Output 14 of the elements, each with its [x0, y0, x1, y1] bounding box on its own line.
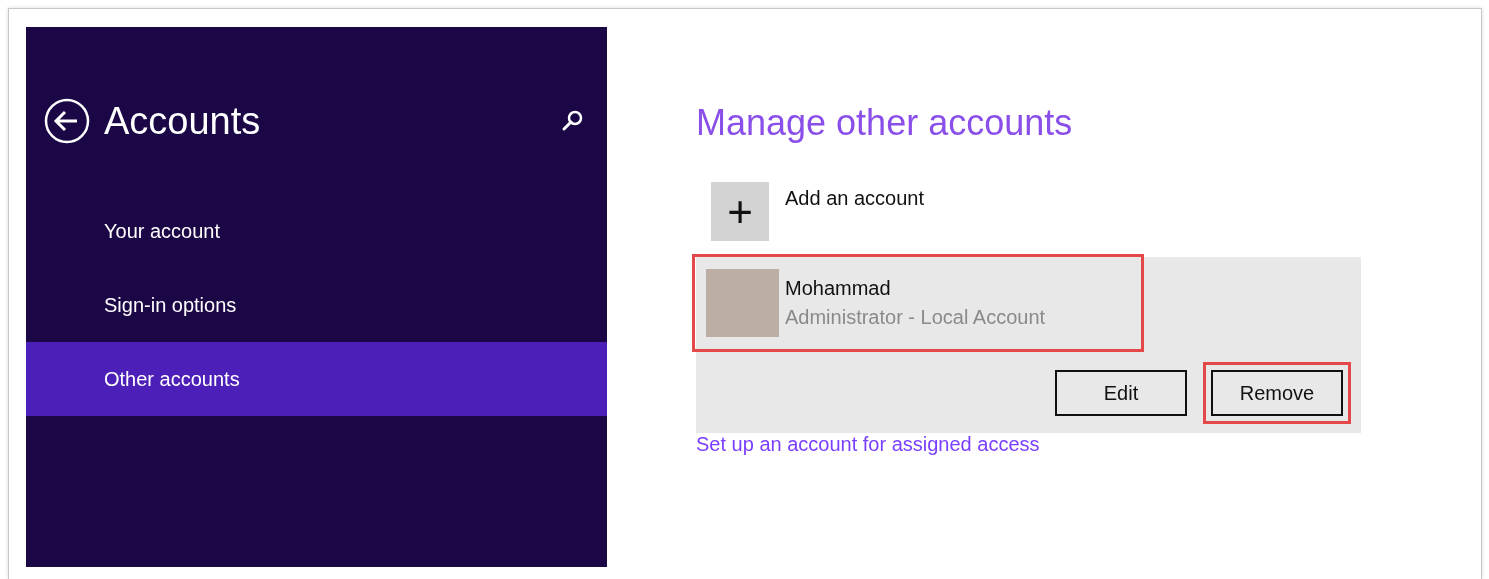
back-icon[interactable]: [44, 98, 90, 144]
nav-item[interactable]: Your account: [26, 194, 607, 268]
assigned-access-link[interactable]: Set up an account for assigned access: [696, 433, 1040, 455]
action-button[interactable]: Edit: [1055, 370, 1187, 416]
nav-item[interactable]: Sign-in options: [26, 268, 607, 342]
action-button[interactable]: Remove: [1211, 370, 1343, 416]
account-type: Administrator - Local Account: [785, 306, 1046, 329]
account-name: Mohammad: [785, 277, 892, 300]
add-account-button[interactable]: +: [711, 182, 769, 241]
page-title: Accounts: [104, 99, 262, 143]
add-account-label[interactable]: Add an account: [785, 187, 924, 241]
search-icon[interactable]: [561, 110, 583, 132]
nav-item[interactable]: Other accounts: [26, 342, 607, 416]
section-title: Manage other accounts: [696, 102, 1074, 145]
